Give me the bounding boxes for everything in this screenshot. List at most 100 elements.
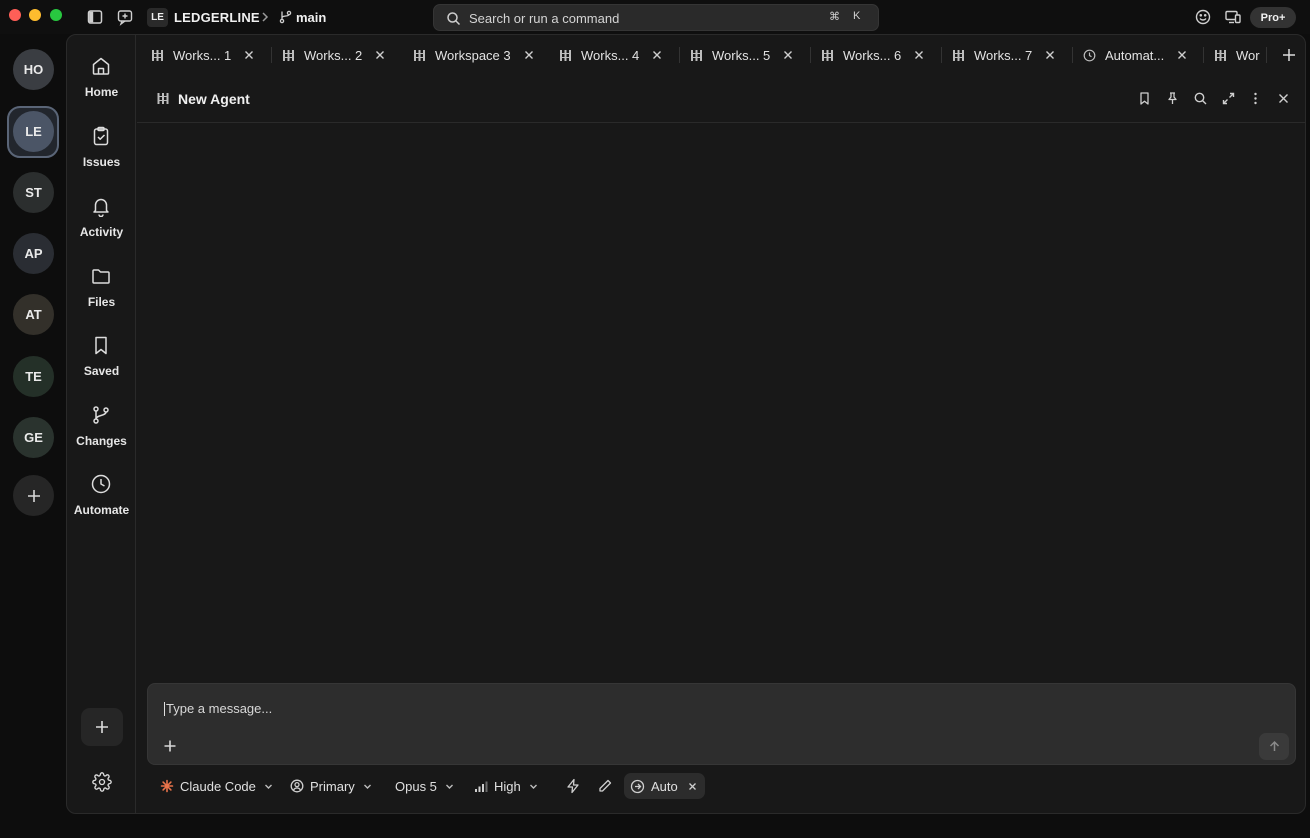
agent-title: New Agent [178,91,250,107]
close-icon[interactable] [651,49,663,61]
grid-icon [1215,49,1226,61]
close-icon[interactable] [782,49,794,61]
git-branch-icon [90,404,112,426]
settings-button[interactable] [81,763,123,801]
grid-icon [414,49,425,61]
clipboard-check-icon [90,125,112,147]
close-icon[interactable] [523,49,535,61]
new-chat-icon[interactable] [116,8,134,26]
nav-home-label: Home [84,85,119,99]
effort-selector[interactable]: High [474,773,538,799]
workspace-st[interactable]: ST [13,172,54,213]
tab-workspace-4[interactable]: Works... 4 [559,35,663,75]
tab-bar: Works... 1 Works... 2 Workspace 3 Works.… [137,35,1305,75]
minimize-window-button[interactable] [29,9,41,21]
nav-activity[interactable]: Activity [67,195,136,255]
new-item-button[interactable] [81,708,123,746]
tab-divider [1203,47,1204,63]
chevron-right-icon [259,10,271,24]
tab-automation[interactable]: Automat... [1083,35,1188,75]
tab-divider [271,47,272,63]
close-icon[interactable] [374,49,386,61]
plus-icon [1283,49,1295,61]
tab-workspace-2[interactable]: Works... 2 [282,35,386,75]
devices-icon[interactable] [1224,8,1242,26]
workspace-name[interactable]: LEDGERLINE [174,10,260,25]
close-icon[interactable] [1044,49,1056,61]
workspace-badge[interactable]: LE [147,8,168,27]
tab-workspace-6[interactable]: Works... 6 [821,35,925,75]
grid-icon [152,49,163,61]
effort-selector-label: High [494,778,521,794]
auto-mode-chip[interactable]: Auto [624,773,705,799]
close-icon[interactable] [1276,91,1291,106]
folder-icon [90,265,112,287]
grid-icon [691,49,702,61]
auto-mode-label: Auto [651,778,678,794]
workspace-te[interactable]: TE [13,356,54,397]
bookmark-icon[interactable] [1137,91,1152,106]
nav-automate[interactable]: Automate [67,473,136,533]
sidebar-toggle-icon[interactable] [86,8,104,26]
close-window-button[interactable] [9,9,21,21]
workspace-at[interactable]: AT [13,294,54,335]
nav-home[interactable]: Home [67,55,136,115]
search-icon[interactable] [1193,91,1208,106]
tab-label: Works... 6 [843,47,902,63]
message-composer[interactable]: Type a message... [147,683,1296,765]
branch-name[interactable]: main [296,10,326,25]
nav-saved-label: Saved [83,364,120,378]
arrow-up-icon [1269,740,1279,751]
arrow-circle-right-icon [630,779,645,793]
command-search-bar[interactable]: Search or run a command ⌘ K [433,4,879,31]
tab-label: Works... 5 [712,47,771,63]
more-vertical-icon[interactable] [1248,91,1263,106]
smiley-icon[interactable] [1194,8,1212,26]
workspace-ge[interactable]: GE [13,417,54,458]
agent-header: New Agent [137,75,1305,123]
tab-label: Automat... [1105,47,1165,63]
tab-label: Workspace 3 [435,47,511,63]
tab-divider [1266,47,1267,63]
plan-badge-button[interactable]: Pro+ [1250,7,1296,28]
tab-workspace-1[interactable]: Works... 1 [151,35,255,75]
add-workspace-button[interactable] [13,475,54,516]
chevron-down-icon [264,784,272,789]
nav-issues[interactable]: Issues [67,125,136,185]
message-input[interactable]: Type a message... [164,702,1164,716]
nav-changes-label: Changes [76,434,127,448]
model-selector[interactable]: Opus 5 [395,773,454,799]
tab-workspace-overflow[interactable]: Wor [1214,35,1266,75]
workspace-ap[interactable]: AP [13,233,54,274]
workspace-le[interactable]: LE [13,111,54,152]
nav-activity-label: Activity [79,225,124,239]
close-icon[interactable] [688,782,697,791]
title-bar: LE LEDGERLINE main Search or run a comma… [0,0,1310,34]
lightning-button[interactable] [565,773,587,799]
edit-button[interactable] [597,773,619,799]
nav-saved[interactable]: Saved [67,334,136,394]
workspace-ho[interactable]: HO [13,49,54,90]
close-icon[interactable] [1176,49,1188,61]
close-icon[interactable] [913,49,925,61]
tab-workspace-3[interactable]: Workspace 3 [413,35,535,75]
tab-workspace-5[interactable]: Works... 5 [690,35,794,75]
nav-changes[interactable]: Changes [67,404,136,464]
profile-selector[interactable]: Primary [290,773,372,799]
grid-icon [822,49,833,61]
expand-icon[interactable] [1221,91,1236,106]
zoom-window-button[interactable] [50,9,62,21]
close-icon[interactable] [243,49,255,61]
attach-button[interactable] [163,739,177,753]
new-tab-button[interactable] [1280,46,1298,64]
nav-files[interactable]: Files [67,265,136,325]
tab-workspace-7[interactable]: Works... 7 [952,35,1056,75]
clock-icon [90,473,112,495]
grid-icon [157,92,169,105]
agent-selector[interactable]: Claude Code [160,773,273,799]
search-placeholder: Search or run a command [469,11,620,26]
send-button[interactable] [1259,733,1289,760]
pencil-icon [599,779,612,792]
gear-icon [92,772,112,792]
pin-icon[interactable] [1165,91,1180,106]
